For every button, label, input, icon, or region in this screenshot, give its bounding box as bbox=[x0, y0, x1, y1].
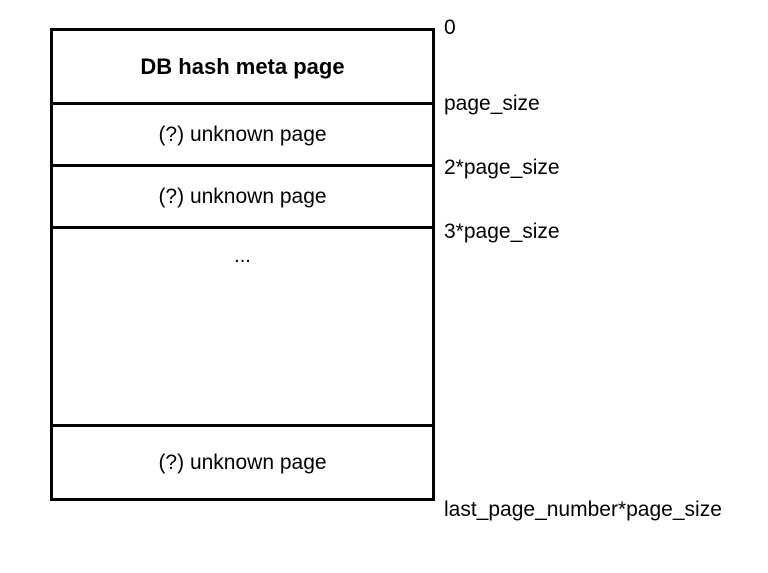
diagram-canvas: DB hash meta page (?) unknown page (?) u… bbox=[0, 0, 768, 573]
offset-2: 2*page_size bbox=[444, 156, 560, 180]
offset-1: page_size bbox=[444, 92, 540, 116]
unknown-page-label: (?) unknown page bbox=[158, 451, 326, 475]
unknown-page-row-1: (?) unknown page bbox=[53, 105, 432, 167]
unknown-page-label: (?) unknown page bbox=[158, 185, 326, 209]
ellipsis-label: ... bbox=[234, 245, 251, 268]
unknown-page-label: (?) unknown page bbox=[158, 123, 326, 147]
unknown-page-row-2: (?) unknown page bbox=[53, 167, 432, 229]
meta-page-label: DB hash meta page bbox=[140, 54, 344, 80]
offset-0: 0 bbox=[444, 16, 456, 40]
offset-last: last_page_number*page_size bbox=[444, 498, 722, 522]
meta-page-row: DB hash meta page bbox=[53, 31, 432, 105]
page-stack: DB hash meta page (?) unknown page (?) u… bbox=[50, 28, 435, 501]
offset-3: 3*page_size bbox=[444, 220, 560, 244]
unknown-page-row-last: (?) unknown page bbox=[53, 427, 432, 501]
ellipsis-row: ... bbox=[53, 229, 432, 427]
